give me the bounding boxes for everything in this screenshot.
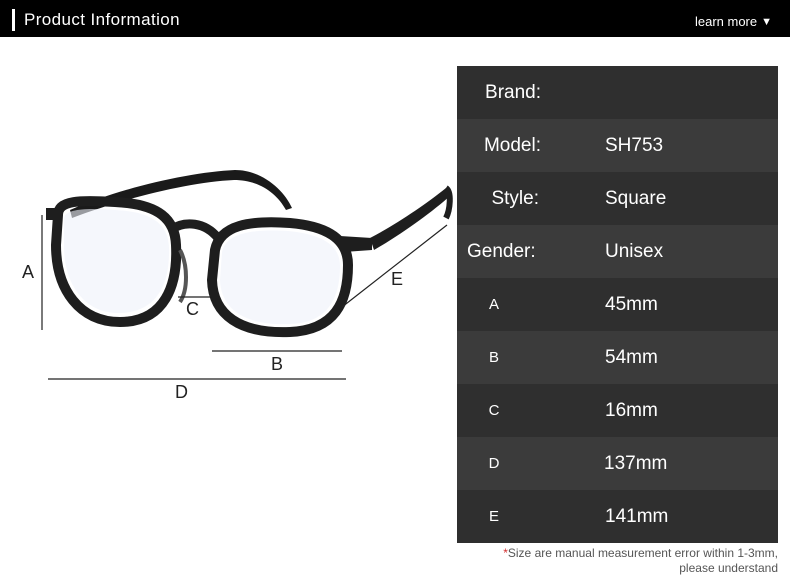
header-bar: Product Information learn more ▼ bbox=[0, 0, 790, 37]
spec-row-b: B 54mm bbox=[457, 331, 778, 384]
spec-key: C bbox=[488, 402, 500, 419]
dimension-label-c: C bbox=[186, 299, 199, 319]
spec-key: E bbox=[488, 508, 499, 525]
spec-row-e: E 141mm bbox=[457, 490, 778, 543]
glasses-diagram: A C B D E bbox=[0, 40, 455, 440]
spec-value: 54mm bbox=[605, 346, 658, 368]
spec-value: Square bbox=[605, 187, 667, 209]
glasses-illustration bbox=[41, 170, 453, 380]
spec-key: D bbox=[488, 455, 500, 472]
spec-value: 45mm bbox=[605, 293, 658, 315]
measurement-note: *Size are manual measurement error withi… bbox=[503, 546, 778, 576]
triangle-down-icon: ▼ bbox=[761, 15, 772, 28]
spec-key: Style: bbox=[491, 187, 539, 209]
spec-value: 137mm bbox=[604, 452, 668, 474]
spec-row-model: Model: SH753 bbox=[457, 119, 778, 172]
section-title: Product Information bbox=[24, 10, 180, 29]
spec-table: Brand: Model: SH753 Style: Square Gender… bbox=[457, 66, 778, 543]
spec-value: SH753 bbox=[605, 134, 664, 156]
spec-value: 141mm bbox=[605, 505, 669, 527]
spec-key: A bbox=[488, 296, 499, 313]
spec-key: Model: bbox=[483, 134, 541, 156]
dimension-label-d: D bbox=[175, 382, 188, 402]
spec-value: 16mm bbox=[605, 399, 658, 421]
dimension-label-b: B bbox=[271, 354, 284, 374]
spec-key: B bbox=[488, 349, 499, 366]
spec-row-gender: Gender: Unisex bbox=[457, 225, 778, 278]
spec-row-c: C 16mm bbox=[457, 384, 778, 437]
spec-row-brand: Brand: bbox=[457, 66, 778, 119]
header-accent-bar bbox=[12, 9, 15, 31]
spec-key: Brand: bbox=[485, 81, 541, 103]
dimension-label-a: A bbox=[22, 262, 35, 282]
note-line-2: please understand bbox=[679, 561, 778, 575]
note-line-1: Size are manual measurement error within… bbox=[507, 546, 778, 560]
spec-value: Unisex bbox=[605, 240, 664, 262]
learn-more-label: learn more bbox=[694, 14, 758, 29]
spec-row-a: A 45mm bbox=[457, 278, 778, 331]
spec-row-d: D 137mm bbox=[457, 437, 778, 490]
learn-more-link[interactable]: learn more ▼ bbox=[695, 14, 772, 29]
dimension-label-e: E bbox=[391, 269, 404, 289]
spec-key: Gender: bbox=[467, 240, 536, 262]
spec-row-style: Style: Square bbox=[457, 172, 778, 225]
